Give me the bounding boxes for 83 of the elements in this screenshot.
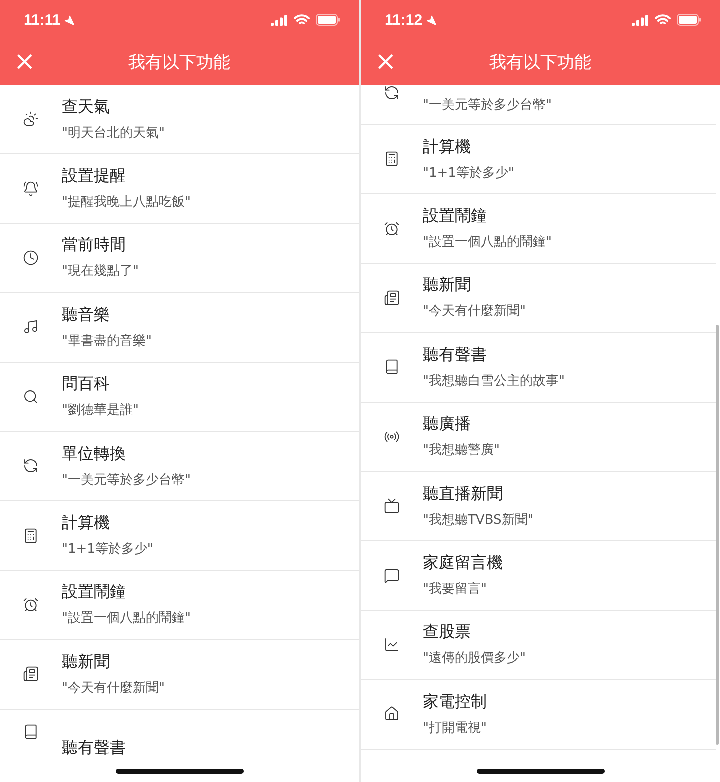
status-time: 11:11 (24, 12, 61, 28)
alarm-clock-icon (384, 220, 400, 237)
feature-title: 聽新聞 (62, 652, 111, 673)
feature-title: 設置提醒 (62, 166, 127, 188)
feature-title: 計算機 (62, 513, 111, 534)
feature-row[interactable]: "一美元等於多少台幣" (361, 85, 716, 125)
bell-icon (23, 180, 39, 197)
wifi-icon (655, 14, 671, 26)
feature-title: 問百科 (62, 374, 111, 396)
feature-example: "我想聽白雪公主的故事" (423, 372, 565, 390)
feature-example: "今天有什麼新聞" (62, 680, 165, 697)
wifi-icon (294, 14, 310, 26)
feature-example: "打開電視" (423, 720, 487, 737)
feature-title: 家庭留言機 (423, 553, 503, 574)
header-title: 我有以下功能 (128, 52, 230, 74)
feature-row[interactable]: 計算機 "1+1等於多少" (0, 501, 359, 571)
feature-row[interactable]: 設置鬧鐘 "設置一個八點的鬧鐘" (0, 570, 359, 640)
feature-example: "我要留言" (423, 581, 488, 598)
feature-example: "劉德華是誰" (62, 402, 139, 420)
feature-title: 單位轉換 (62, 444, 127, 465)
house-icon (384, 706, 400, 722)
search-icon (23, 388, 39, 405)
feature-row[interactable]: 當前時間 "現在幾點了" (0, 224, 359, 294)
feature-example: "我想聽警廣" (423, 442, 500, 460)
feature-title: 聽新聞 (423, 275, 472, 296)
feature-example: "遠傳的股價多少" (423, 650, 526, 668)
feature-title: 聽廣播 (423, 414, 472, 436)
battery-icon (677, 14, 702, 26)
music-note-icon (23, 319, 39, 336)
cloud-sun-icon (23, 111, 39, 128)
signal-icon (632, 14, 649, 26)
feature-row[interactable]: 聽新聞 "今天有什麼新聞" (361, 264, 716, 334)
feature-row[interactable]: 設置鬧鐘 "設置一個八點的鬧鐘" (361, 194, 716, 264)
feature-title: 聽音樂 (62, 304, 111, 326)
document-icon (23, 666, 39, 682)
feature-row[interactable]: 問百科 "劉德華是誰" (0, 362, 359, 432)
calculator-icon (384, 151, 400, 168)
alarm-clock-icon (23, 596, 39, 613)
feature-title: 查天氣 (62, 96, 111, 118)
feature-row[interactable]: 單位轉換 "一美元等於多少台幣" (0, 432, 359, 502)
feature-row[interactable]: 聽有聲書 (0, 710, 359, 782)
feature-example: "提醒我晚上八點吃飯" (62, 194, 191, 212)
feature-example: "我想聽TVBS新聞" (423, 512, 534, 529)
exchange-icon (384, 85, 400, 101)
feature-row[interactable]: 計算機 "1+1等於多少" (361, 125, 716, 194)
feature-row[interactable]: 設置提醒 "提醒我晚上八點吃飯" (0, 154, 359, 224)
battery-icon (316, 14, 341, 26)
feature-title: 家電控制 (423, 692, 487, 713)
feature-example: "一美元等於多少台幣" (423, 97, 552, 114)
calculator-icon (23, 528, 39, 544)
feature-row[interactable]: 聽音樂 "畢書盡的音樂" (0, 293, 359, 363)
feature-title: 計算機 (423, 136, 472, 158)
tv-icon (384, 498, 400, 514)
chat-icon (384, 568, 400, 584)
exchange-icon (23, 458, 39, 474)
header-title: 我有以下功能 (490, 52, 592, 74)
feature-example: "畢書盡的音樂" (62, 332, 152, 350)
feature-example: "現在幾點了" (62, 263, 139, 280)
clock-icon (23, 250, 39, 266)
signal-icon (271, 14, 288, 26)
feature-row[interactable]: 聽新聞 "今天有什麼新聞" (0, 640, 359, 710)
feature-example: "1+1等於多少" (423, 164, 514, 182)
feature-row[interactable]: 查天氣 "明天台北的天氣" (0, 85, 359, 154)
book-icon (23, 724, 39, 740)
book-icon (384, 359, 400, 376)
line-chart-icon (384, 636, 400, 653)
feature-title: 當前時間 (62, 235, 127, 256)
feature-title: 查股票 (423, 622, 472, 644)
feature-title: 設置鬧鐘 (423, 206, 488, 228)
feature-title: 聽有聲書 (62, 738, 126, 760)
feature-example: "設置一個八點的鬧鐘" (62, 610, 191, 628)
feature-example: "設置一個八點的鬧鐘" (423, 234, 552, 252)
feature-title: 聽直播新聞 (423, 484, 504, 505)
feature-example: "1+1等於多少" (62, 541, 154, 558)
feature-example: "一美元等於多少台幣" (62, 472, 191, 489)
location-arrow-icon (426, 14, 437, 26)
feature-example: "今天有什麼新聞" (423, 303, 526, 320)
feature-title: 設置鬧鐘 (62, 582, 127, 604)
location-arrow-icon (64, 14, 75, 26)
document-icon (384, 290, 400, 306)
status-time: 11:12 (385, 12, 423, 28)
feature-title: 聽有聲書 (423, 344, 488, 366)
feature-example: "明天台北的天氣" (62, 124, 165, 142)
